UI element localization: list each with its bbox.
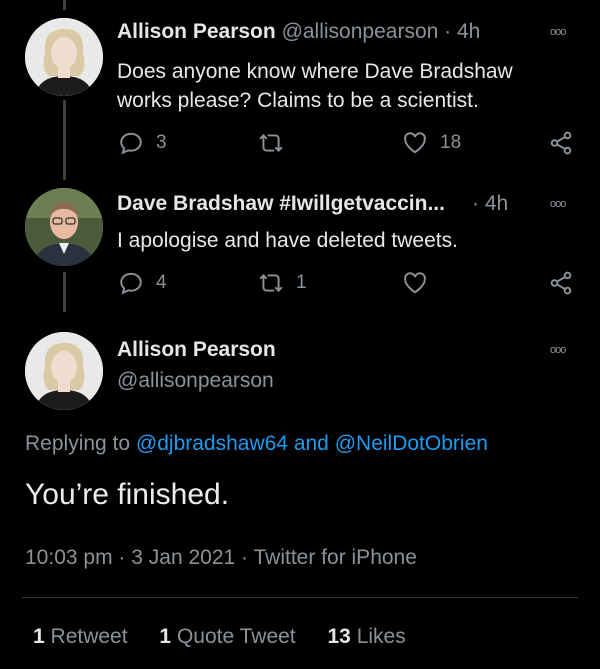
- timestamp[interactable]: 4h: [457, 20, 480, 43]
- likes-stat-count: 13: [327, 625, 351, 648]
- like-icon: [404, 272, 426, 294]
- divider: [22, 597, 578, 598]
- main-tweet-text: You’re finished.: [25, 478, 230, 511]
- more-options-icon[interactable]: ooo: [550, 198, 566, 210]
- retweet-count: 1: [296, 272, 307, 293]
- author-name[interactable]: Allison Pearson: [117, 338, 276, 362]
- tweet-text-line-1: I apologise and have deleted tweets.: [117, 229, 458, 252]
- share-button[interactable]: [548, 270, 574, 296]
- reply-icon: [120, 272, 142, 295]
- like-icon: [404, 132, 426, 154]
- timestamp[interactable]: 4h: [485, 192, 508, 215]
- retweet-stat-count: 1: [33, 625, 45, 648]
- author-handle[interactable]: @allisonpearson: [117, 369, 274, 393]
- thread-line-top: [63, 0, 66, 10]
- tweet-date[interactable]: 3 Jan 2021: [131, 546, 235, 569]
- quote-stat-count: 1: [159, 625, 172, 648]
- reply-and: and: [293, 432, 329, 455]
- avatar[interactable]: [25, 188, 103, 266]
- avatar[interactable]: [25, 332, 103, 410]
- reply-count: 3: [156, 132, 167, 153]
- retweet-stat[interactable]: 1 Retweet: [33, 625, 128, 648]
- tweet-time[interactable]: 10:03 pm: [25, 546, 113, 569]
- replying-to: Replying to @djbradshaw64 and @NeilDotOb…: [25, 432, 488, 456]
- reply-count: 4: [156, 272, 167, 293]
- retweet-button[interactable]: 1: [258, 270, 307, 296]
- likes-stat[interactable]: 13 Likes: [328, 625, 406, 648]
- reply-mention-neildotobrien[interactable]: @NeilDotObrien: [335, 432, 488, 455]
- separator-dot: ·: [472, 192, 479, 215]
- quote-stat-label: Quote Tweet: [176, 625, 296, 648]
- reply-mention-djbradshaw64[interactable]: @djbradshaw64: [136, 432, 288, 455]
- reply-button[interactable]: 3: [118, 130, 167, 156]
- separator-dot: ·: [444, 20, 452, 43]
- retweet-button[interactable]: [258, 130, 296, 156]
- reply-button[interactable]: 4: [118, 270, 167, 296]
- thread-line-2: [63, 272, 66, 312]
- tweet-text-line-1: Does anyone know where Dave Bradshaw: [117, 60, 513, 83]
- retweet-icon: [259, 274, 283, 292]
- author-name[interactable]: Dave Bradshaw #Iwillgetvaccin...: [117, 192, 445, 215]
- replying-to-label: Replying to: [25, 432, 131, 455]
- meta-separator: ·: [241, 546, 249, 569]
- share-icon: [550, 131, 572, 155]
- meta-separator: ·: [118, 546, 126, 569]
- engagement-stats: 1 Retweet 1 Quote Tweet 13 Likes: [33, 625, 406, 649]
- share-button[interactable]: [548, 130, 574, 156]
- like-count: 18: [440, 132, 462, 153]
- more-options-icon[interactable]: ooo: [550, 344, 566, 356]
- tweet-text-line-2: works please? Claims to be a scientist.: [117, 89, 479, 112]
- thread-line-1: [63, 100, 66, 180]
- author-name[interactable]: Allison Pearson: [117, 20, 276, 43]
- retweet-stat-label: Retweet: [50, 625, 128, 648]
- tweet-source[interactable]: Twitter for iPhone: [254, 546, 417, 569]
- more-options-icon[interactable]: ooo: [550, 26, 566, 38]
- author-handle[interactable]: @allisonpearson: [282, 20, 439, 43]
- reply-icon: [120, 132, 142, 155]
- avatar[interactable]: [25, 18, 103, 96]
- likes-stat-label: Likes: [356, 625, 406, 648]
- tweet-meta: 10:03 pm · 3 Jan 2021 · Twitter for iPho…: [25, 546, 417, 570]
- quote-tweet-stat[interactable]: 1 Quote Tweet: [159, 625, 295, 648]
- share-icon: [550, 271, 572, 295]
- retweet-icon: [259, 134, 283, 152]
- like-button[interactable]: [402, 270, 440, 296]
- like-button[interactable]: 18: [402, 130, 461, 156]
